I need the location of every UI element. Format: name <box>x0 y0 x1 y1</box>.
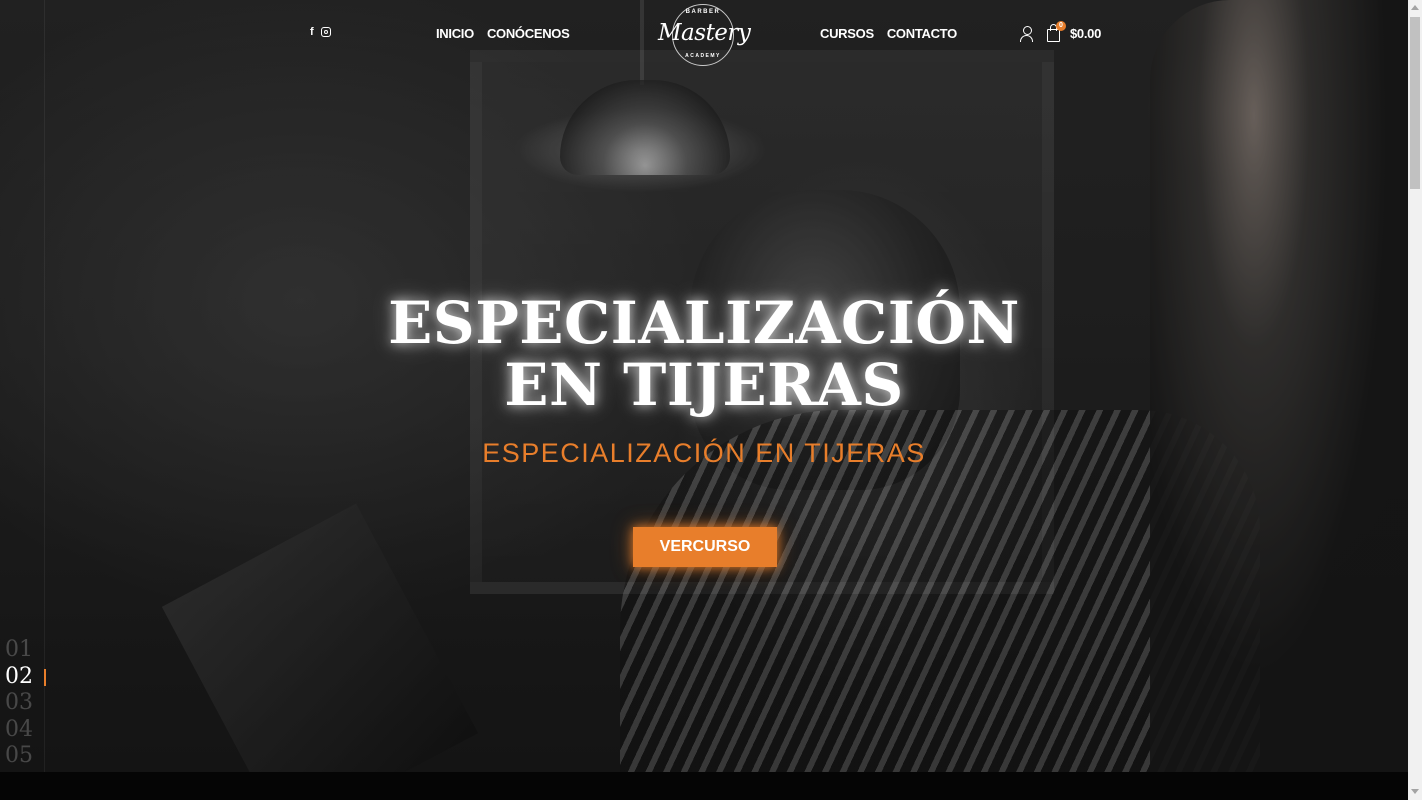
shopping-bag-icon: 0 <box>1047 21 1066 42</box>
slide-number-02[interactable]: 02 <box>5 664 46 691</box>
hero-title-line-1: ESPECIALIZACIÓN <box>388 289 1020 357</box>
nav-inicio[interactable]: INICIO <box>436 26 474 42</box>
page-bottom-strip <box>0 772 1408 800</box>
slide-number-04[interactable]: 04 <box>5 717 45 744</box>
scroll-down-arrow-icon[interactable] <box>1411 789 1419 794</box>
view-course-button[interactable]: VERCURSO <box>633 527 777 567</box>
user-account-icon[interactable] <box>1020 26 1034 42</box>
nav-cursos[interactable]: CURSOS <box>820 26 874 42</box>
nav-contacto[interactable]: CONTACTO <box>887 26 957 42</box>
slide-number-05[interactable]: 05 <box>5 743 45 770</box>
logo-script-text: Mastery <box>658 20 751 46</box>
nav-conocenos[interactable]: CONÓCENOS <box>487 26 570 42</box>
cart-total: $0.00 <box>1070 26 1102 41</box>
cart-count-badge: 0 <box>1056 21 1066 31</box>
site-logo[interactable]: BARBER Mastery ACADEMY <box>658 4 751 66</box>
slide-number-01[interactable]: 01 <box>5 637 45 664</box>
social-links: f <box>310 26 331 38</box>
scroll-up-arrow-icon[interactable] <box>1411 5 1419 10</box>
slider-pagination: 01 02 03 04 05 <box>5 637 46 770</box>
logo-bottom-text: ACADEMY <box>685 53 721 59</box>
cart-button[interactable]: 0 $0.00 <box>1047 21 1102 42</box>
hero-title-line-2: EN TIJERAS <box>504 351 904 419</box>
scrollbar-thumb[interactable] <box>1410 17 1420 189</box>
site-header: f INICIO CONÓCENOS BARBER Mastery ACADEM… <box>0 0 1408 70</box>
facebook-icon[interactable]: f <box>310 26 314 38</box>
nav-left: INICIO CONÓCENOS <box>436 26 570 42</box>
hero-title: ESPECIALIZACIÓN EN TIJERAS <box>0 292 1408 416</box>
nav-right: CURSOS CONTACTO <box>820 26 957 42</box>
hero-subtitle: ESPECIALIZACIÓN EN TIJERAS <box>482 438 926 468</box>
slide-number-03[interactable]: 03 <box>5 690 45 717</box>
instagram-icon[interactable] <box>320 27 331 37</box>
vertical-scrollbar[interactable] <box>1408 0 1422 800</box>
logo-top-text: BARBER <box>685 9 721 15</box>
hero-section: f INICIO CONÓCENOS BARBER Mastery ACADEM… <box>0 0 1408 772</box>
